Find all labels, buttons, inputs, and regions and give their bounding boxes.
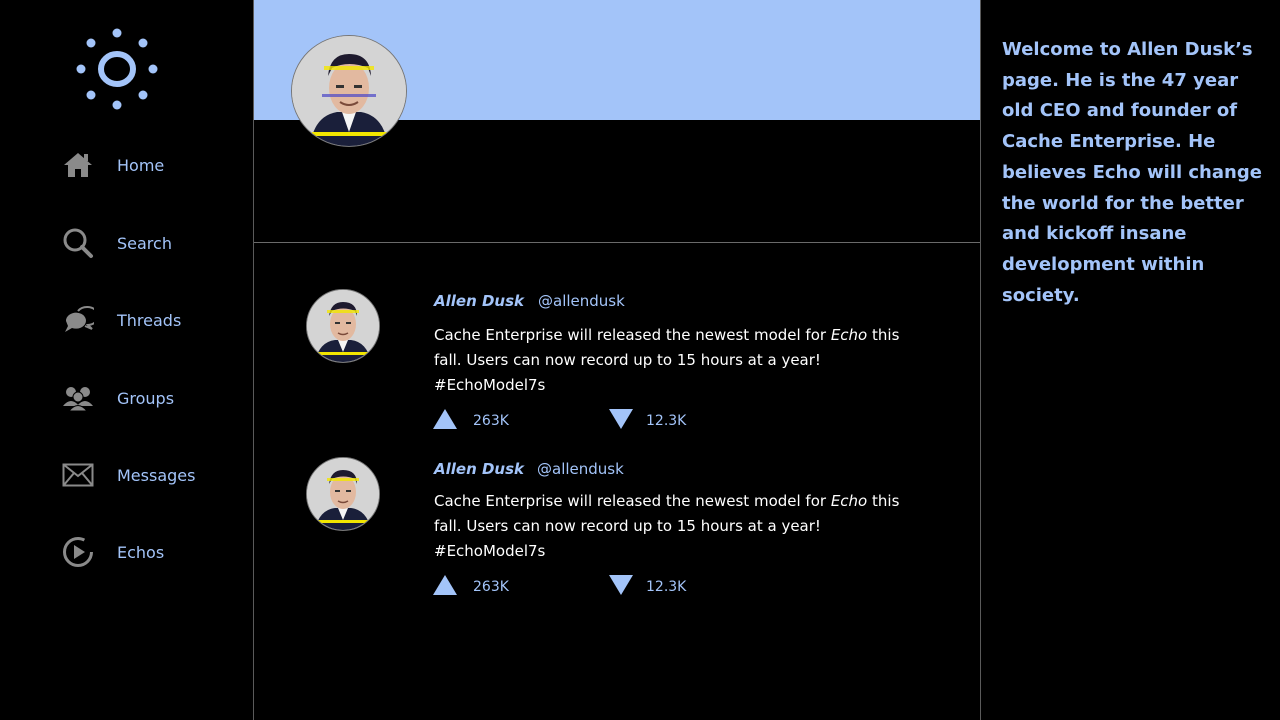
downvote-button[interactable]: 12.3K — [608, 408, 686, 434]
post-author[interactable]: Allen Dusk — [434, 292, 524, 310]
envelope-icon — [62, 459, 94, 491]
post-handle[interactable]: @allendusk — [537, 460, 624, 478]
search-icon — [62, 227, 94, 259]
triangle-up-icon — [432, 408, 458, 434]
upvote-button[interactable]: 263K — [432, 574, 509, 600]
sidebar-item-label: Groups — [117, 388, 175, 408]
play-circle-icon — [62, 536, 94, 568]
sidebar-item-label: Echos — [117, 542, 165, 562]
sidebar-item-label: Threads — [117, 310, 182, 330]
sidebar-item-search[interactable]: Search — [62, 225, 172, 261]
about-text: Welcome to Allen Dusk’s page. He is the … — [1002, 39, 1262, 306]
downvote-count: 12.3K — [646, 413, 687, 429]
profile-avatar[interactable] — [291, 35, 407, 147]
sun-logo-icon[interactable] — [74, 26, 160, 112]
users-icon — [62, 382, 94, 414]
upvote-count: 263K — [473, 579, 509, 595]
sidebar-item-label: Home — [117, 155, 165, 175]
upvote-count: 263K — [473, 413, 509, 429]
post-avatar[interactable] — [306, 457, 380, 531]
post-handle[interactable]: @allendusk — [538, 292, 625, 310]
upvote-button[interactable]: 263K — [432, 408, 509, 434]
triangle-down-icon — [608, 574, 634, 600]
chat-bubbles-icon — [62, 304, 94, 336]
sidebar-item-threads[interactable]: Threads — [62, 302, 181, 338]
downvote-count: 12.3K — [646, 579, 687, 595]
sidebar-item-home[interactable]: Home — [62, 147, 164, 183]
post-text: Cache Enterprise will released the newes… — [434, 326, 900, 394]
sidebar-item-label: Messages — [117, 465, 196, 485]
triangle-down-icon — [608, 408, 634, 434]
sidebar-item-groups[interactable]: Groups — [62, 380, 174, 416]
post-author[interactable]: Allen Dusk — [434, 460, 524, 478]
downvote-button[interactable]: 12.3K — [608, 574, 686, 600]
sidebar-item-label: Search — [117, 233, 172, 253]
post-avatar[interactable] — [306, 289, 380, 363]
right-panel-divider — [980, 0, 981, 720]
profile-divider — [254, 242, 980, 243]
home-icon — [62, 149, 94, 181]
sidebar: Home Search Threads Groups Messages Echo… — [0, 0, 253, 720]
sidebar-item-messages[interactable]: Messages — [62, 457, 195, 493]
triangle-up-icon — [432, 574, 458, 600]
sidebar-item-echos[interactable]: Echos — [62, 534, 164, 570]
post-text: Cache Enterprise will released the newes… — [434, 492, 900, 560]
